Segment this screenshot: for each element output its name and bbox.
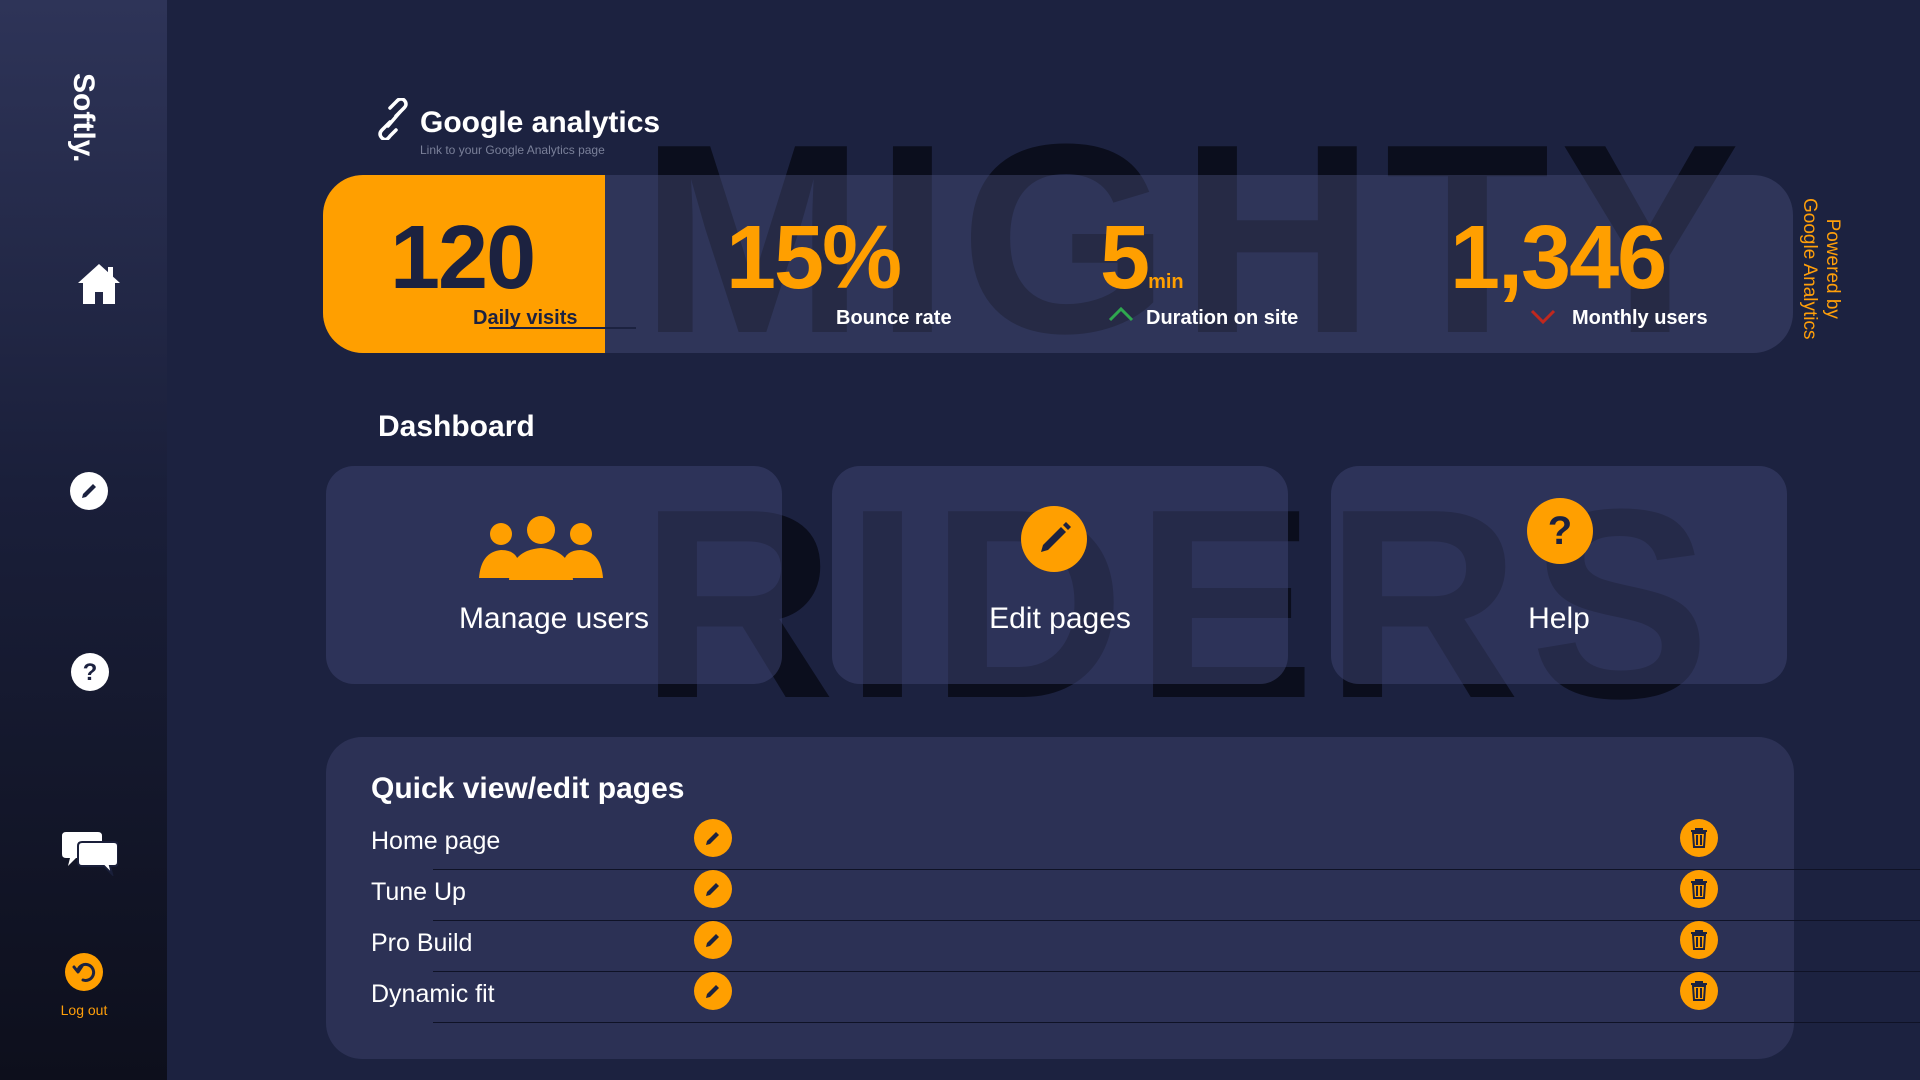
stat-value-duration: 5min [1100, 207, 1184, 310]
edit-page-button[interactable] [694, 819, 732, 857]
page-row-pro-build: Pro Build [371, 921, 1920, 972]
card-label-help: Help [1528, 602, 1590, 635]
page-row-tune-up: Tune Up [371, 870, 1920, 921]
dashboard-title: Dashboard [378, 410, 535, 443]
stat-label-duration: Duration on site [1146, 307, 1299, 329]
card-edit-pages[interactable]: Edit pages [832, 466, 1288, 684]
logout-icon[interactable] [65, 953, 103, 991]
svg-text:?: ? [1548, 509, 1572, 553]
card-manage-users[interactable]: Manage users [326, 466, 782, 684]
row-divider [433, 1022, 1920, 1023]
card-label-manage-users: Manage users [458, 602, 650, 635]
trend-down-icon [1530, 309, 1556, 325]
edit-page-button[interactable] [694, 921, 732, 959]
stats-bar: 120 Daily visits 15% Bounce rate 5min Du… [323, 175, 1793, 353]
quick-view-title: Quick view/edit pages [371, 772, 685, 805]
page-row-home: Home page [371, 819, 1920, 870]
trash-icon [1691, 981, 1707, 1001]
sidebar-edit-icon[interactable] [70, 472, 108, 510]
link-icon [378, 97, 408, 142]
powered-by-line-2: Google Analytics [1799, 198, 1821, 340]
stat-value-daily-visits: 120 [390, 208, 536, 308]
trend-up-icon [1108, 306, 1134, 322]
page-row-label: Home page [371, 827, 501, 855]
daily-visits-underline [489, 327, 636, 329]
trash-icon [1691, 879, 1707, 899]
analytics-subtitle[interactable]: Link to your Google Analytics page [420, 143, 605, 157]
card-help[interactable]: ? Help [1331, 466, 1787, 684]
page-row-label: Pro Build [371, 929, 473, 957]
stat-value-bounce-rate: 15% [726, 208, 902, 308]
edit-page-button[interactable] [694, 972, 732, 1010]
delete-page-button[interactable] [1680, 972, 1718, 1010]
stat-label-bounce-rate: Bounce rate [836, 307, 952, 329]
trash-icon [1691, 930, 1707, 950]
delete-page-button[interactable] [1680, 921, 1718, 959]
users-icon [479, 516, 603, 580]
edit-icon [1021, 506, 1087, 572]
svg-text:?: ? [83, 659, 98, 686]
quick-view-panel: Quick view/edit pages Home page Tune Up … [326, 737, 1920, 1059]
page-row-dynamic-fit: Dynamic fit [371, 972, 1920, 1023]
logout-label[interactable]: Log out [45, 1002, 123, 1018]
stat-value-monthly-users: 1,346 [1450, 208, 1667, 308]
edit-page-button[interactable] [694, 870, 732, 908]
pencil-icon [706, 883, 719, 896]
duration-number: 5 [1100, 208, 1150, 308]
brand-logo: Softly. [67, 73, 100, 163]
sidebar: Softly. ? Log out [0, 0, 167, 1080]
pencil-icon [706, 934, 719, 947]
stat-label-monthly-users: Monthly users [1572, 307, 1708, 329]
trash-icon [1691, 828, 1707, 848]
page-row-label: Dynamic fit [371, 980, 495, 1008]
help-icon: ? [1527, 498, 1593, 564]
powered-by-line-1: Powered by [1822, 218, 1843, 319]
page-row-label: Tune Up [371, 878, 466, 906]
delete-page-button[interactable] [1680, 870, 1718, 908]
chat-icon[interactable] [62, 830, 118, 876]
card-label-edit-pages: Edit pages [989, 602, 1131, 635]
sidebar-help-icon[interactable]: ? [71, 653, 109, 691]
delete-page-button[interactable] [1680, 819, 1718, 857]
analytics-header[interactable]: Google analytics Link to your Google Ana… [372, 97, 660, 157]
pencil-icon [706, 985, 719, 998]
home-icon[interactable] [74, 260, 124, 308]
analytics-title[interactable]: Google analytics [420, 106, 660, 140]
pencil-icon [706, 832, 719, 845]
duration-unit: min [1148, 271, 1184, 293]
powered-by-label: Powered by Google Analytics [1797, 198, 1843, 340]
